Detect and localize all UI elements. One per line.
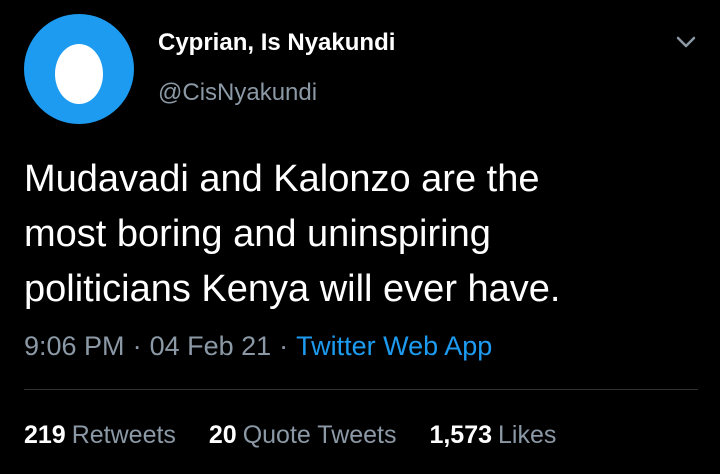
tweet-source-link[interactable]: Twitter Web App bbox=[296, 331, 492, 361]
tweet-text: Mudavadi and Kalonzo are the most boring… bbox=[24, 158, 561, 310]
likes-label: Likes bbox=[498, 421, 557, 449]
tweet-date[interactable]: 04 Feb 21 bbox=[150, 331, 272, 361]
tweet-meta: 9:06 PM · 04 Feb 21 · Twitter Web App bbox=[24, 328, 492, 364]
likes-count: 1,573 bbox=[429, 421, 493, 449]
meta-separator: · bbox=[279, 331, 289, 361]
retweets-count: 219 bbox=[24, 421, 66, 449]
chevron-down-icon[interactable] bbox=[672, 32, 700, 52]
likes-stat[interactable]: 1,573 Likes bbox=[429, 418, 556, 452]
retweets-stat[interactable]: 219 Retweets bbox=[24, 418, 176, 452]
tweet-time[interactable]: 9:06 PM bbox=[24, 331, 125, 361]
divider bbox=[24, 389, 698, 390]
quote-tweets-label: Quote Tweets bbox=[242, 421, 397, 449]
quote-tweets-count: 20 bbox=[208, 421, 237, 449]
user-handle[interactable]: @CisNyakundi bbox=[158, 78, 317, 108]
display-name[interactable]: Cyprian, Is Nyakundi bbox=[158, 28, 395, 58]
tweet-stats: 219 Retweets 20 Quote Tweets 1,573 Likes bbox=[24, 418, 582, 452]
meta-separator: · bbox=[132, 331, 142, 361]
tweet-card: Cyprian, Is Nyakundi @CisNyakundi Mudava… bbox=[0, 0, 720, 474]
retweets-label: Retweets bbox=[71, 421, 176, 449]
egg-icon bbox=[55, 44, 103, 104]
avatar[interactable] bbox=[24, 14, 134, 124]
quote-tweets-stat[interactable]: 20 Quote Tweets bbox=[209, 418, 397, 452]
